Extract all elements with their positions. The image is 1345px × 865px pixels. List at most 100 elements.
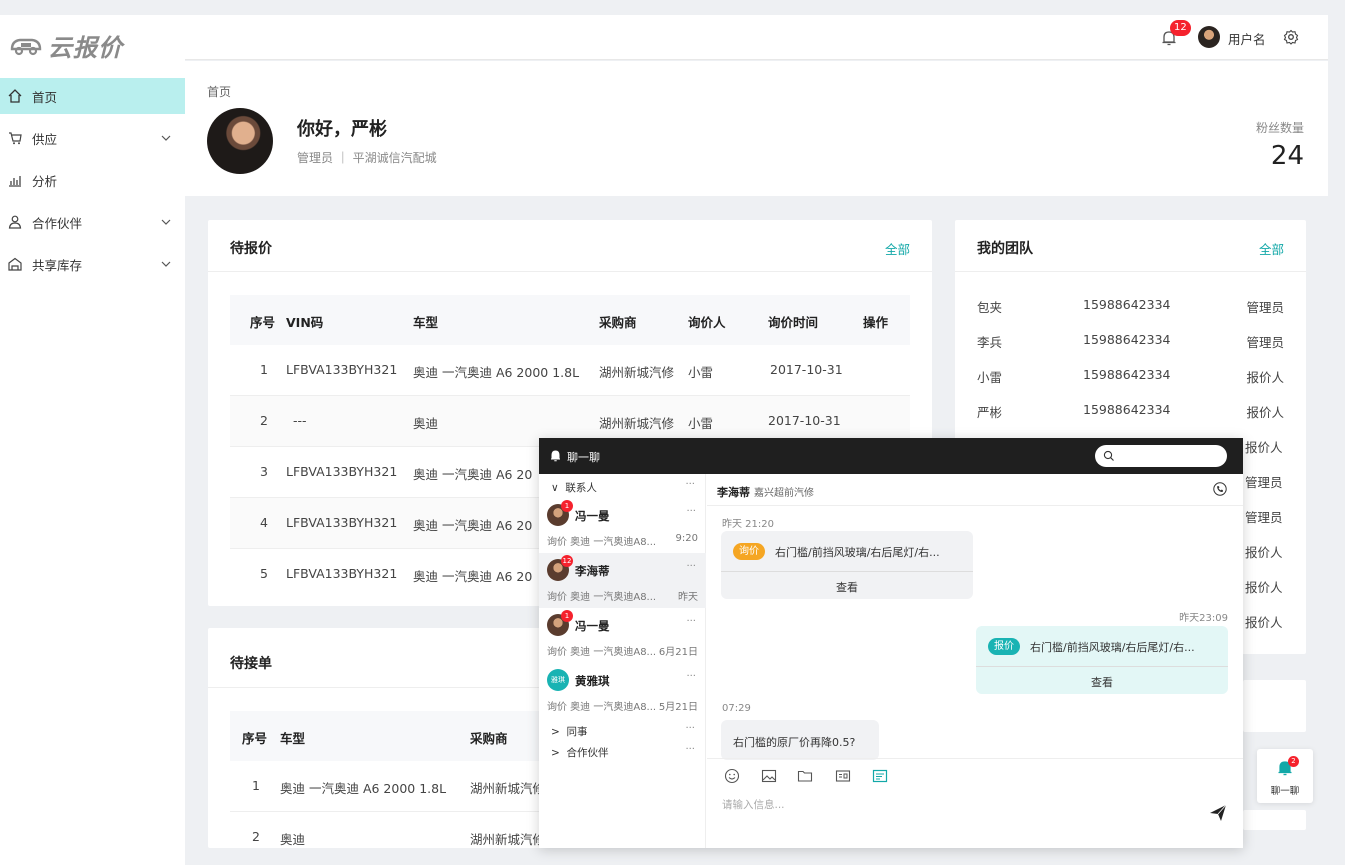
divider [707, 758, 1243, 759]
contact-item[interactable]: 1 冯一曼 ··· 询价 奥迪 一汽奥迪A8... 9:20 [539, 498, 706, 553]
cell-vin: LFBVA133BYH321 [286, 362, 398, 377]
table-row[interactable]: 1 LFBVA133BYH321 奥迪 一汽奥迪 A6 2000 1.8L 湖州… [230, 345, 910, 396]
column-header: 序号 [242, 731, 268, 746]
view-all-link[interactable]: 全部 [885, 239, 910, 258]
gear-icon[interactable] [1283, 29, 1299, 45]
sidebar-item-home[interactable]: 首页 [0, 78, 185, 114]
greeting: 你好，严彬 [297, 119, 387, 140]
sidebar-item-label: 共享库存 [32, 257, 83, 273]
card-title: 待报价 [230, 241, 272, 257]
more-icon[interactable]: ··· [686, 506, 696, 517]
cell-model: 奥迪 一汽奥迪 A6 20 [413, 569, 533, 584]
card-title: 待接单 [230, 656, 272, 672]
contact-name: 黄雅琪 [575, 674, 610, 688]
sidebar-item-analysis[interactable]: 分析 [0, 162, 185, 198]
unread-badge: 12 [561, 555, 573, 567]
car-logo-icon [10, 38, 42, 56]
conversation-company: 嘉兴超前汽修 [754, 488, 814, 499]
sidebar-item-partners[interactable]: 合作伙伴 [0, 204, 185, 240]
cell-no: 1 [252, 778, 260, 793]
logo-text: 云报价 [48, 32, 123, 62]
more-icon[interactable]: ··· [685, 744, 695, 755]
cell-model: 奥迪 一汽奥迪 A6 20 [413, 467, 533, 482]
team-member-row[interactable]: 小雷 15988642334 报价人 [977, 367, 1284, 387]
chevron-down-icon [161, 219, 171, 225]
contact-time: 5月21日 [658, 702, 698, 713]
chevron-down-icon [161, 261, 171, 267]
people-icon [8, 215, 22, 229]
message-text: 右门槛的原厂价再降0.5? [733, 736, 856, 749]
emoji-icon[interactable] [724, 768, 740, 784]
message-text: 右门槛/前挡风玻璃/右后尾灯/右... [775, 546, 940, 559]
chat-header: 聊一聊 [539, 438, 1243, 474]
view-button[interactable]: 查看 [721, 579, 973, 595]
group-partners[interactable]: > 合作伙伴 [551, 745, 608, 760]
side-card [1243, 810, 1306, 830]
username[interactable]: 用户名 [1228, 29, 1266, 48]
team-member-row[interactable]: 李兵 15988642334 管理员 [977, 332, 1284, 352]
folder-icon[interactable] [797, 768, 813, 784]
image-icon[interactable] [761, 768, 777, 784]
cell-time: 2017-10-31 [768, 413, 841, 428]
message-time: 昨天 21:20 [722, 519, 774, 530]
floating-chat-button[interactable]: 2 聊一聊 [1257, 749, 1313, 803]
search-icon [1103, 450, 1114, 461]
more-icon[interactable]: ··· [685, 479, 695, 490]
cell-model: 奥迪 [280, 832, 306, 847]
member-role: 管理员 [1245, 510, 1283, 525]
group-colleagues[interactable]: > 同事 [551, 724, 587, 739]
home-icon [8, 89, 22, 103]
send-icon[interactable] [1209, 804, 1227, 822]
conversation-panel: 李海蒂 嘉兴超前汽修 昨天 21:20 询价 右门槛/前挡风玻璃/右后尾灯/右..… [707, 474, 1243, 848]
member-phone: 15988642334 [1083, 332, 1171, 347]
inquiry-message: 询价 右门槛/前挡风玻璃/右后尾灯/右... 查看 [721, 531, 973, 599]
member-name: 严彬 [977, 405, 1003, 420]
message-input[interactable]: 请输入信息... [722, 797, 785, 812]
contact-time: 6月21日 [658, 647, 698, 658]
column-header: VIN码 [286, 315, 324, 330]
contact-item[interactable]: 12 李海蒂 ··· 询价 奥迪 一汽奥迪A8... 昨天 [539, 553, 706, 608]
team-member-row[interactable]: 严彬 15988642334 报价人 [977, 402, 1284, 422]
conversation-name: 李海蒂 [717, 486, 750, 499]
more-icon[interactable]: ··· [686, 671, 696, 682]
sidebar-item-label: 合作伙伴 [32, 215, 83, 231]
unread-badge: 1 [561, 500, 573, 512]
team-member-row[interactable]: 包夹 15988642334 管理员 [977, 297, 1284, 317]
cell-no: 1 [260, 362, 268, 377]
cell-no: 2 [260, 413, 268, 428]
user-avatar[interactable] [1198, 26, 1220, 48]
contact-last-message: 询价 奥迪 一汽奥迪A8... [547, 592, 657, 603]
cell-buyer: 湖州新城汽修 [470, 781, 546, 796]
cell-buyer: 湖州新城汽修 [599, 365, 675, 380]
more-icon[interactable]: ··· [685, 723, 695, 734]
chat-window: 聊一聊 ∨ 联系人 ··· 1 冯一曼 ··· 询价 奥迪 一汽奥迪A8... … [539, 438, 1243, 848]
sidebar-item-supply[interactable]: 供应 [0, 120, 185, 156]
logo[interactable]: 云报价 [0, 15, 185, 75]
sidebar: 云报价 首页 供应 分析 合作伙伴 共享库存 [0, 15, 185, 865]
top-bar: 12 用户名 [185, 15, 1328, 60]
member-role: 管理员 [1245, 475, 1283, 490]
contact-item[interactable]: 雅琪 黄雅琪 ··· 询价 奥迪 一汽奥迪A8... 5月21日 [539, 663, 706, 718]
column-header: 询价人 [688, 315, 726, 330]
chart-icon [9, 176, 21, 187]
more-icon[interactable]: ··· [686, 561, 696, 572]
contact-item[interactable]: 1 冯一曼 ··· 询价 奥迪 一汽奥迪A8... 6月21日 [539, 608, 706, 663]
divider [976, 666, 1228, 667]
member-phone: 15988642334 [1083, 402, 1171, 417]
cell-model: 奥迪 一汽奥迪 A6 2000 1.8L [280, 781, 447, 796]
quote-form-icon[interactable] [872, 768, 888, 784]
sidebar-item-label: 供应 [32, 131, 58, 147]
view-all-link[interactable]: 全部 [1259, 239, 1284, 258]
chat-search-input[interactable] [1095, 445, 1227, 467]
floating-chat-label: 聊一聊 [1270, 786, 1300, 797]
phone-icon[interactable] [1213, 482, 1227, 496]
sidebar-item-shared-inventory[interactable]: 共享库存 [0, 246, 185, 282]
more-icon[interactable]: ··· [686, 616, 696, 627]
side-card [1243, 680, 1306, 732]
card-icon[interactable] [835, 768, 851, 784]
view-button[interactable]: 查看 [976, 674, 1228, 690]
cell-vin: LFBVA133BYH321 [286, 464, 398, 479]
group-contacts[interactable]: ∨ 联系人 [551, 480, 597, 495]
contact-time: 昨天 [678, 592, 698, 603]
sidebar-item-label: 首页 [32, 89, 58, 105]
